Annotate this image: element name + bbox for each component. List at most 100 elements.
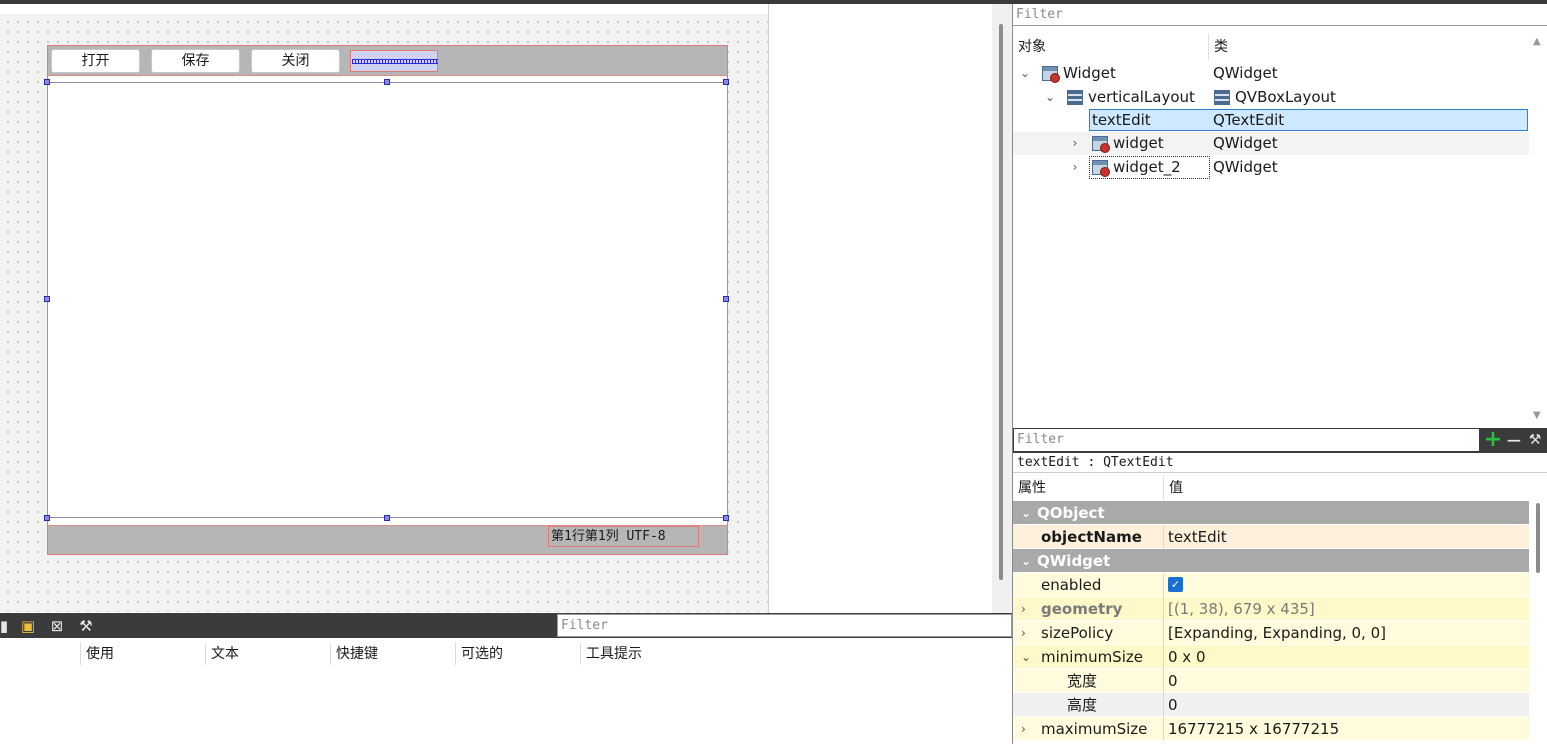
property-editor-scrollbar[interactable] (1529, 475, 1547, 744)
horizontal-spacer[interactable] (350, 50, 438, 72)
property-editor-title: textEdit : QTextEdit (1013, 453, 1547, 473)
tree-item-widget-2[interactable]: › widget_2 QWidget (1013, 156, 1529, 179)
scroll-up-icon[interactable]: ▲ (1533, 36, 1543, 47)
resize-handle-l[interactable] (44, 296, 50, 302)
status-label[interactable]: 第1行第1列 UTF-8 (548, 526, 699, 547)
property-minimumsize[interactable]: ⌄ minimumSize 0 x 0 (1013, 645, 1529, 669)
property-value[interactable]: 0 (1163, 693, 1529, 717)
property-value[interactable]: [(1, 38), 679 x 435] (1163, 597, 1529, 621)
column-value[interactable]: 值 (1163, 475, 1529, 501)
canvas-scrollbar-thumb[interactable] (999, 24, 1003, 580)
property-filter-bar: Filter + − ⚒ (1013, 428, 1547, 453)
copy-icon[interactable]: ▮ (0, 616, 14, 636)
action-filter-input[interactable]: Filter (557, 614, 1012, 637)
scroll-down-icon[interactable]: ▼ (1533, 410, 1543, 421)
column-class[interactable]: 类 (1208, 34, 1528, 60)
resize-handle-r[interactable] (723, 296, 729, 302)
object-inspector-header: 对象 类 (1013, 34, 1529, 60)
enabled-checkbox[interactable]: ✓ (1168, 577, 1183, 592)
group-qwidget[interactable]: ⌄ QWidget (1013, 549, 1529, 573)
property-enabled[interactable]: enabled ✓ (1013, 573, 1529, 597)
wrench-icon[interactable]: ⚒ (1525, 430, 1545, 450)
chevron-right-icon[interactable]: › (1069, 132, 1081, 155)
property-geometry[interactable]: › geometry [(1, 38), 679 x 435] (1013, 597, 1529, 621)
tree-item-class: QWidget (1213, 134, 1278, 152)
save-button[interactable]: 保存 (151, 49, 240, 73)
action-editor: ▮ ▣ ⊠ ⚒ Filter 使用 文本 快捷键 可选的 工具提示 (0, 613, 1012, 744)
property-value[interactable]: 0 x 0 (1163, 645, 1529, 669)
column-used[interactable]: 使用 (80, 643, 205, 665)
resize-handle-tr[interactable] (723, 79, 729, 85)
property-value: ✓ (1163, 573, 1529, 597)
add-property-icon[interactable]: + (1483, 429, 1503, 451)
tree-item-name: Widget (1063, 64, 1116, 82)
column-checkable[interactable]: 可选的 (455, 643, 580, 665)
object-inspector-scrollbar[interactable]: ▲ ▼ (1529, 34, 1547, 428)
designed-form[interactable]: 打开 保存 关闭 第1行第1列 UTF-8 (44, 45, 729, 555)
close-button[interactable]: 关闭 (251, 49, 340, 73)
property-value[interactable]: 0 (1163, 669, 1529, 693)
property-sizepolicy[interactable]: › sizePolicy [Expanding, Expanding, 0, 0… (1013, 621, 1529, 645)
column-shortcut[interactable]: 快捷键 (330, 643, 455, 665)
group-qobject[interactable]: ⌄ QObject (1013, 501, 1529, 525)
tree-item-class: QWidget (1213, 64, 1278, 82)
delete-icon[interactable]: ⊠ (47, 616, 67, 636)
chevron-down-icon[interactable]: ⌄ (1021, 645, 1033, 669)
tree-item-class: QWidget (1213, 158, 1278, 176)
right-dock: Filter 对象 类 ⌄ Widget QWidget ⌄ verticalL… (1012, 4, 1547, 744)
column-object[interactable]: 对象 (1013, 34, 1208, 60)
property-filter-input[interactable]: Filter (1014, 429, 1479, 451)
property-name: geometry (1041, 600, 1123, 618)
resize-handle-t[interactable] (384, 79, 390, 85)
property-minimumsize-width[interactable]: 宽度 0 (1013, 669, 1529, 693)
selection-highlight (1089, 109, 1528, 131)
tree-item-widget-root[interactable]: ⌄ Widget QWidget (1013, 62, 1529, 85)
property-name: sizePolicy (1041, 624, 1114, 642)
text-edit-area[interactable] (48, 82, 727, 518)
property-name: enabled (1041, 576, 1102, 594)
widget-icon (1092, 136, 1110, 153)
property-value[interactable]: textEdit (1163, 525, 1529, 549)
property-name: maximumSize (1041, 720, 1148, 738)
layout-class-icon (1214, 90, 1230, 105)
property-maximumsize[interactable]: › maximumSize 16777215 x 16777215 (1013, 717, 1529, 741)
chevron-down-icon[interactable]: ⌄ (1021, 501, 1033, 525)
property-value[interactable]: [Expanding, Expanding, 0, 0] (1163, 621, 1529, 645)
button-row-widget[interactable]: 打开 保存 关闭 (48, 46, 727, 76)
remove-property-icon[interactable]: − (1504, 430, 1524, 450)
column-tooltip[interactable]: 工具提示 (580, 643, 705, 665)
resize-handle-tl[interactable] (44, 79, 50, 85)
tree-item-verticallayout[interactable]: ⌄ verticalLayout QVBoxLayout (1013, 86, 1529, 109)
chevron-right-icon[interactable]: › (1069, 156, 1081, 179)
property-name: objectName (1041, 528, 1142, 546)
action-table-header: 使用 文本 快捷键 可选的 工具提示 (0, 640, 1012, 668)
resize-handle-bl[interactable] (44, 515, 50, 521)
form-design-canvas[interactable]: 打开 保存 关闭 第1行第1列 UTF-8 (0, 14, 768, 612)
object-filter-input[interactable]: Filter (1013, 4, 1547, 26)
tree-item-class: QTextEdit (1213, 111, 1285, 129)
tree-item-textedit[interactable]: textEdit QTextEdit (1013, 109, 1529, 132)
tree-item-name: widget_2 (1113, 158, 1181, 176)
property-scrollbar-thumb[interactable] (1536, 503, 1540, 573)
property-value[interactable]: 16777215 x 16777215 (1163, 717, 1529, 741)
open-button[interactable]: 打开 (51, 49, 140, 73)
chevron-down-icon[interactable]: ⌄ (1021, 549, 1033, 573)
tree-item-widget[interactable]: › widget QWidget (1013, 132, 1529, 155)
chevron-down-icon[interactable]: ⌄ (1044, 86, 1056, 109)
resize-handle-br[interactable] (723, 515, 729, 521)
widget-icon (1092, 160, 1110, 177)
column-property[interactable]: 属性 (1013, 475, 1163, 501)
paste-action-icon[interactable]: ▣ (18, 616, 38, 636)
resize-handle-b[interactable] (384, 515, 390, 521)
property-objectname[interactable]: objectName textEdit (1013, 525, 1529, 549)
chevron-right-icon[interactable]: › (1021, 621, 1033, 645)
status-row-widget[interactable]: 第1行第1列 UTF-8 (48, 525, 727, 554)
chevron-right-icon[interactable]: › (1021, 717, 1033, 741)
chevron-down-icon[interactable]: ⌄ (1019, 62, 1031, 85)
column-text[interactable]: 文本 (205, 643, 330, 665)
wrench-icon[interactable]: ⚒ (76, 616, 96, 636)
chevron-right-icon[interactable]: › (1021, 597, 1033, 621)
tree-item-class: QVBoxLayout (1235, 88, 1336, 106)
property-minimumsize-height[interactable]: 高度 0 (1013, 693, 1529, 717)
tree-item-name: verticalLayout (1088, 88, 1195, 106)
